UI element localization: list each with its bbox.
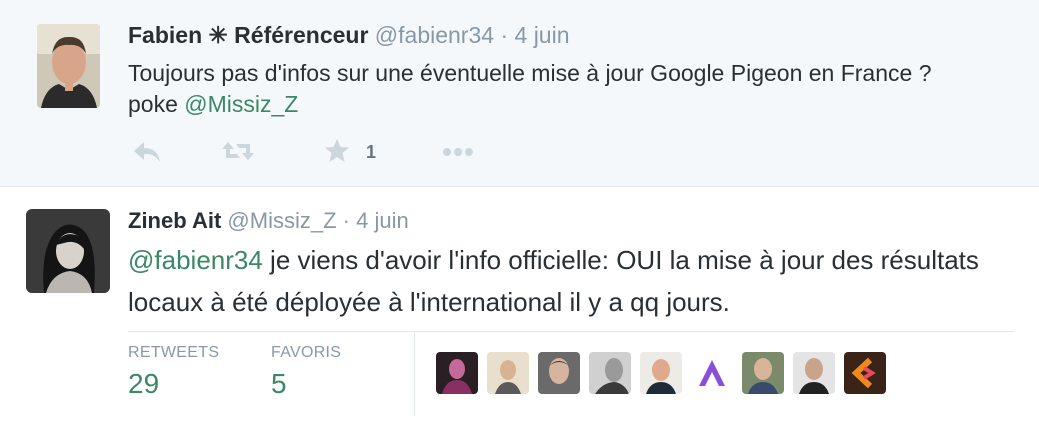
reply-icon[interactable] — [132, 136, 162, 166]
tweet-reply[interactable]: Zineb Ait @Missiz_Z · 4 juin @fabienr34 … — [0, 187, 1039, 433]
tweet-stats: RETWEETS 29 FAVORIS 5 — [128, 331, 1014, 416]
favorites-label: FAVORIS — [271, 344, 342, 361]
author-name[interactable]: Fabien ✳ Référenceur — [128, 22, 368, 48]
tweet-text: Toujours pas d'infos sur une éventuelle … — [128, 58, 1008, 120]
more-icon[interactable] — [440, 136, 476, 166]
tweet-text-line: Toujours pas d'infos sur une éventuelle … — [128, 60, 932, 86]
retweets-label: RETWEETS — [128, 344, 220, 361]
favorites-count: 5 — [271, 368, 287, 399]
favoriter-avatar[interactable] — [538, 352, 580, 394]
favoriter-avatar[interactable] — [691, 352, 733, 394]
favorites-stat[interactable]: FAVORIS 5 — [271, 344, 341, 400]
favoriter-avatar[interactable] — [844, 352, 886, 394]
favoriter-avatar[interactable] — [487, 352, 529, 394]
retweets-stat[interactable]: RETWEETS 29 — [128, 344, 219, 400]
author-handle[interactable]: @Missiz_Z — [227, 208, 336, 233]
timestamp[interactable]: 4 juin — [515, 22, 570, 48]
tweet-text-line: poke @Missiz_Z — [128, 89, 1008, 120]
avatar-fabien[interactable] — [37, 24, 100, 108]
tweet-text: @fabienr34 je viens d'avoir l'info offic… — [128, 239, 1008, 323]
tweet-actions: 1 — [128, 136, 528, 166]
avatar-zineb[interactable] — [26, 209, 110, 293]
retweets-count: 29 — [128, 368, 160, 399]
tweet-header: Fabien ✳ Référenceur @fabienr34 · 4 juin — [128, 22, 570, 49]
author-name[interactable]: Zineb Ait — [128, 208, 221, 233]
timestamp[interactable]: 4 juin — [356, 208, 409, 233]
tweet-text-poke: poke — [128, 91, 178, 117]
author-handle[interactable]: @fabienr34 — [375, 22, 494, 48]
separator: · — [500, 22, 509, 48]
favoriter-avatar[interactable] — [793, 352, 835, 394]
mention-link[interactable]: @fabienr34 — [128, 245, 263, 275]
stats-divider — [414, 332, 415, 416]
retweet-icon[interactable] — [220, 136, 256, 166]
favoriter-avatar[interactable] — [436, 352, 478, 394]
separator: · — [342, 208, 350, 233]
favoriter-avatar[interactable] — [742, 352, 784, 394]
mention-link[interactable]: @Missiz_Z — [184, 91, 298, 117]
favoriter-avatar[interactable] — [640, 352, 682, 394]
favorite-count: 1 — [366, 142, 377, 162]
tweet-original[interactable]: Fabien ✳ Référenceur @fabienr34 · 4 juin… — [0, 0, 1039, 187]
star-icon[interactable] — [322, 136, 352, 166]
favoriter-avatar[interactable] — [589, 352, 631, 394]
tweet-header: Zineb Ait @Missiz_Z · 4 juin — [128, 208, 409, 234]
